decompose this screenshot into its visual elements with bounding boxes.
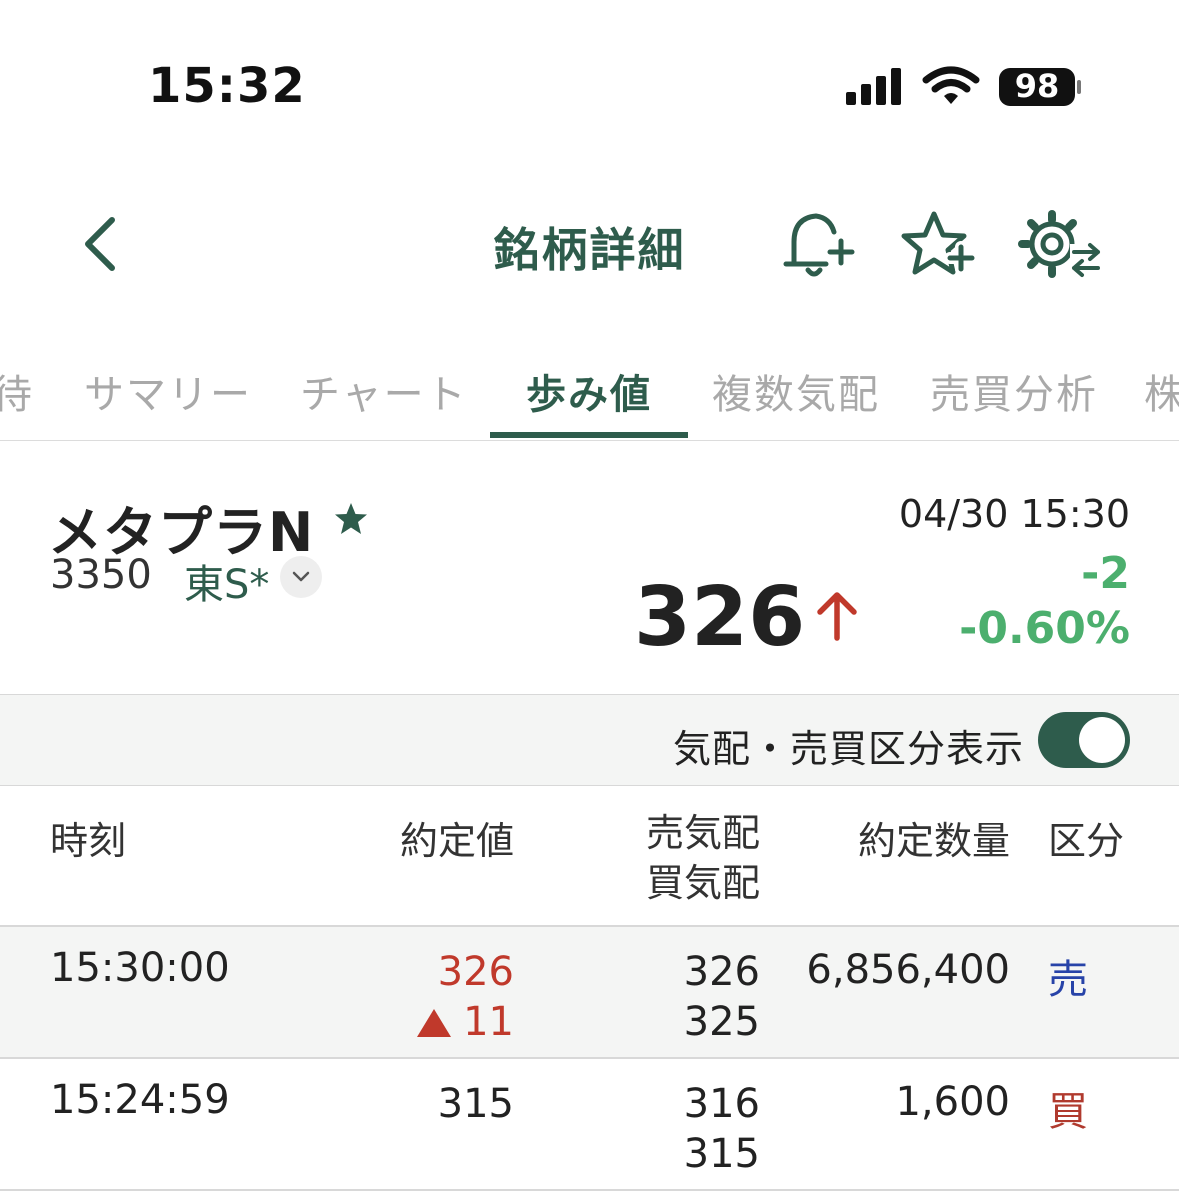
trade-price-value: 326	[437, 949, 514, 995]
bid-quote: 315	[683, 1131, 760, 1177]
price-change-percent: -0.60%	[959, 603, 1130, 654]
price-change: -2	[1081, 548, 1130, 599]
current-price: 326	[634, 570, 806, 665]
trade-quantity: 6,856,400	[806, 947, 1010, 993]
trade-quantity: 1,600	[895, 1079, 1010, 1125]
tab-multi-quote[interactable]: 複数気配	[712, 362, 880, 420]
battery-level: 98	[1014, 67, 1060, 105]
trade-quotes: 316 315	[560, 1079, 760, 1179]
trade-time: 15:24:59	[50, 1077, 230, 1123]
stock-code: 3350	[50, 552, 152, 598]
status-icons: 98	[844, 64, 1084, 114]
settings-button[interactable]	[1018, 208, 1102, 282]
tab-partial-left[interactable]: 待	[0, 362, 34, 420]
arrow-up-icon	[812, 588, 862, 644]
trade-price-value: 315	[437, 1081, 514, 1127]
column-header-quantity: 約定数量	[857, 819, 1010, 863]
tab-trade-analysis[interactable]: 売買分析	[930, 362, 1098, 420]
tab-ticks[interactable]: 歩み値	[526, 362, 652, 420]
trade-price-change: 11	[300, 997, 514, 1047]
active-tab-indicator	[490, 432, 688, 438]
column-header-side: 区分	[1048, 819, 1125, 863]
star-plus-icon	[901, 211, 978, 275]
market-dropdown-button[interactable]	[280, 556, 322, 598]
chevron-down-icon	[292, 571, 310, 582]
favorite-star-icon[interactable]	[332, 500, 370, 538]
toggle-knob	[1079, 717, 1125, 763]
wifi-icon	[922, 66, 980, 104]
trade-price: 326 11	[300, 947, 514, 1047]
trade-quotes: 326 325	[560, 947, 760, 1047]
status-time: 15:32	[148, 58, 306, 114]
toggle-label: 気配・売買区分表示	[672, 727, 1024, 771]
column-header-bid: 買気配	[645, 861, 760, 905]
trade-side: 売	[1048, 957, 1088, 1003]
tab-bar: 待 サマリー チャート 歩み値 複数気配 売買分析 株	[0, 352, 1179, 440]
table-row: 15:24:59 315 316 315 1,600 買	[0, 1059, 1179, 1191]
tab-chart[interactable]: チャート	[300, 362, 468, 420]
price-timestamp: 04/30 15:30	[898, 492, 1130, 536]
bid-quote: 325	[683, 999, 760, 1045]
quote-side-toggle[interactable]	[1038, 712, 1130, 768]
tab-partial-right[interactable]: 株	[1144, 362, 1179, 420]
market-label[interactable]: 東S*	[184, 552, 269, 610]
tab-summary[interactable]: サマリー	[84, 362, 252, 420]
triangle-up-icon	[417, 1009, 452, 1037]
add-alert-button[interactable]	[780, 208, 858, 282]
tabs-divider	[0, 440, 1179, 441]
page-title: 銘柄詳細	[493, 223, 686, 277]
column-header-ask: 売気配	[645, 811, 760, 855]
column-header-time: 時刻	[50, 819, 127, 863]
column-header-price: 約定値	[399, 819, 514, 863]
trade-side: 買	[1048, 1089, 1088, 1135]
ask-quote: 316	[683, 1081, 760, 1127]
table-row: 15:30:00 326 11 326 325 6,856,400 売	[0, 927, 1179, 1059]
column-header-quotes: 売気配 買気配	[560, 808, 760, 908]
ask-quote: 326	[683, 949, 760, 995]
add-favorite-button[interactable]	[900, 208, 978, 282]
bell-plus-icon	[783, 213, 855, 277]
gear-swap-icon	[1018, 210, 1102, 278]
trade-time: 15:30:00	[50, 945, 230, 991]
trade-price: 315	[300, 1079, 514, 1129]
